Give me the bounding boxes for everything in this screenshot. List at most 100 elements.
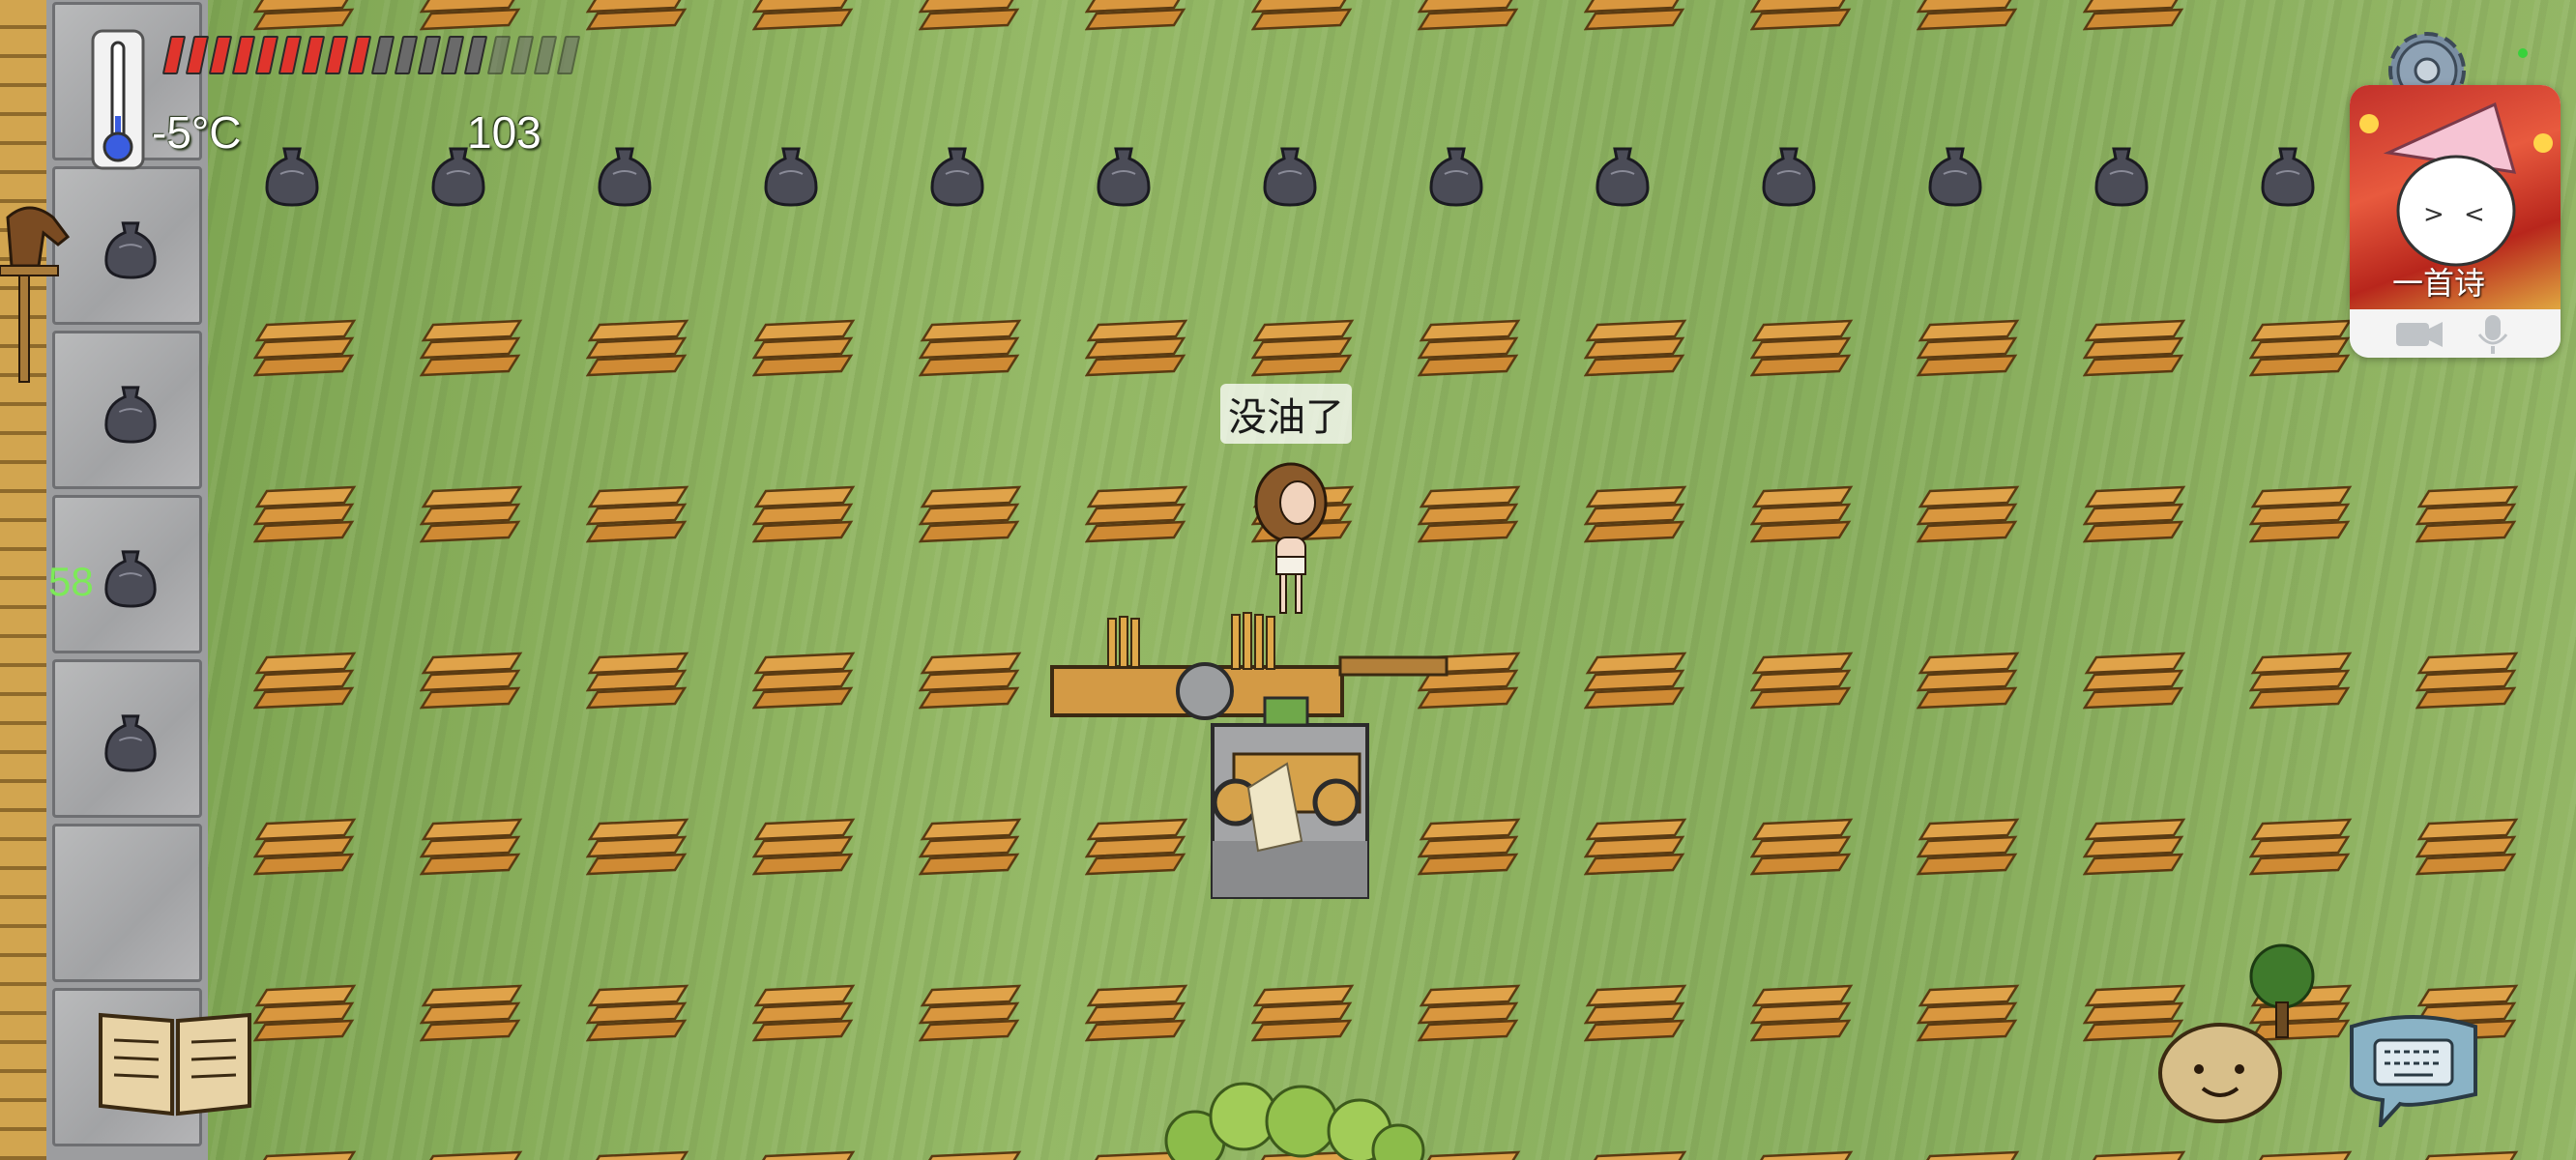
wooden-boards[interactable] <box>419 319 524 383</box>
coal-sack[interactable] <box>2259 145 2317 207</box>
wooden-boards[interactable] <box>751 984 857 1048</box>
wooden-boards[interactable] <box>1749 0 1855 37</box>
wooden-boards[interactable] <box>585 984 690 1048</box>
wooden-boards[interactable] <box>1417 0 1522 37</box>
wooden-boards[interactable] <box>918 485 1023 549</box>
coal-sack[interactable] <box>1427 145 1485 207</box>
wooden-boards[interactable] <box>2082 485 2187 549</box>
coal-sack[interactable] <box>596 145 654 207</box>
coal-sack[interactable] <box>102 219 160 279</box>
wooden-boards[interactable] <box>1583 652 1688 715</box>
wooden-boards[interactable] <box>918 319 1023 383</box>
wooden-boards[interactable] <box>1916 818 2021 882</box>
wooden-boards[interactable] <box>2082 0 2187 37</box>
wooden-boards[interactable] <box>1916 652 2021 715</box>
grass-field[interactable] <box>208 0 2576 1160</box>
wooden-boards[interactable] <box>918 0 1023 37</box>
potato-face-icon[interactable] <box>2156 1017 2284 1125</box>
coal-sack[interactable] <box>1760 145 1818 207</box>
coal-sack[interactable] <box>102 712 160 772</box>
wooden-boards[interactable] <box>419 818 524 882</box>
wooden-boards[interactable] <box>2415 652 2520 715</box>
wooden-boards[interactable] <box>1917 1150 2021 1160</box>
stone-floor-tile[interactable] <box>52 331 202 489</box>
wooden-boards[interactable] <box>1916 319 2021 383</box>
wooden-boards[interactable] <box>585 652 690 715</box>
coal-sack[interactable] <box>1261 145 1319 207</box>
wooden-boards[interactable] <box>2248 818 2354 882</box>
wooden-boards[interactable] <box>2249 1150 2354 1160</box>
wooden-boards[interactable] <box>1250 984 1356 1048</box>
game-world[interactable]: 没油了 <box>0 0 2576 1160</box>
stone-floor-tile[interactable] <box>52 166 202 325</box>
coal-sack[interactable] <box>928 145 986 207</box>
wooden-boards[interactable] <box>1584 1150 1688 1160</box>
wooden-boards[interactable] <box>1916 485 2021 549</box>
wooden-boards[interactable] <box>1749 984 1855 1048</box>
stone-floor-tile[interactable] <box>52 824 202 982</box>
coal-sack[interactable] <box>102 548 160 608</box>
wooden-boards[interactable] <box>1916 0 2021 37</box>
wooden-boards[interactable] <box>1250 319 1356 383</box>
horse-cart[interactable] <box>0 198 73 392</box>
wooden-boards[interactable] <box>419 984 524 1048</box>
wooden-boards[interactable] <box>2415 818 2520 882</box>
wooden-boards[interactable] <box>1418 1150 1522 1160</box>
berry-bush[interactable] <box>1156 1073 1427 1160</box>
stone-floor-tile[interactable] <box>52 659 202 818</box>
wooden-boards[interactable] <box>1583 319 1688 383</box>
wooden-boards[interactable] <box>419 0 524 37</box>
wooden-boards[interactable] <box>1583 984 1688 1048</box>
wooden-boards[interactable] <box>919 1150 1023 1160</box>
coal-sack[interactable] <box>1926 145 1984 207</box>
wooden-boards[interactable] <box>1417 319 1522 383</box>
video-thumbnail[interactable]: > < 一首诗 <box>2350 85 2561 309</box>
wooden-boards[interactable] <box>2415 485 2520 549</box>
wooden-boards[interactable] <box>252 984 358 1048</box>
wooden-boards[interactable] <box>2083 1150 2187 1160</box>
wooden-boards[interactable] <box>1250 0 1356 37</box>
wooden-boards[interactable] <box>252 319 358 383</box>
wooden-boards[interactable] <box>2082 319 2187 383</box>
wooden-boards[interactable] <box>751 0 857 37</box>
wooden-boards[interactable] <box>586 1150 690 1160</box>
wooden-boards[interactable] <box>2082 652 2187 715</box>
wooden-boards[interactable] <box>1583 818 1688 882</box>
camera-icon[interactable] <box>2396 322 2443 347</box>
wooden-boards[interactable] <box>751 319 857 383</box>
coal-sack[interactable] <box>2093 145 2151 207</box>
wooden-boards[interactable] <box>1084 319 1189 383</box>
wooden-boards[interactable] <box>252 652 358 715</box>
wooden-boards[interactable] <box>918 818 1023 882</box>
wooden-boards[interactable] <box>2248 319 2354 383</box>
microphone-icon[interactable] <box>2477 315 2508 354</box>
keyboard-speech-icon[interactable] <box>2342 1007 2485 1127</box>
wooden-boards[interactable] <box>585 0 690 37</box>
wooden-boards[interactable] <box>1084 0 1189 37</box>
video-call-overlay[interactable]: > < 一首诗 <box>2350 85 2561 358</box>
wooden-boards[interactable] <box>252 485 358 549</box>
wooden-boards[interactable] <box>2248 652 2354 715</box>
wooden-boards[interactable] <box>1417 485 1522 549</box>
coal-sack[interactable] <box>102 384 160 444</box>
wooden-boards[interactable] <box>918 984 1023 1048</box>
wooden-boards[interactable] <box>1916 984 2021 1048</box>
coal-sack[interactable] <box>263 145 321 207</box>
wooden-boards[interactable] <box>1749 652 1855 715</box>
book-icon[interactable] <box>95 1005 255 1121</box>
wooden-boards[interactable] <box>751 652 857 715</box>
wooden-boards[interactable] <box>1749 818 1855 882</box>
wooden-boards[interactable] <box>2415 1150 2520 1160</box>
wooden-boards[interactable] <box>1583 485 1688 549</box>
wooden-boards[interactable] <box>420 1150 524 1160</box>
wooden-boards[interactable] <box>252 818 358 882</box>
wooden-boards[interactable] <box>585 818 690 882</box>
wooden-boards[interactable] <box>1084 984 1189 1048</box>
wooden-boards[interactable] <box>1417 984 1522 1048</box>
coal-sack[interactable] <box>1594 145 1652 207</box>
wooden-boards[interactable] <box>252 0 358 37</box>
player-character[interactable] <box>1247 462 1334 617</box>
wooden-boards[interactable] <box>2248 485 2354 549</box>
wooden-boards[interactable] <box>1749 485 1855 549</box>
wooden-boards[interactable] <box>751 485 857 549</box>
